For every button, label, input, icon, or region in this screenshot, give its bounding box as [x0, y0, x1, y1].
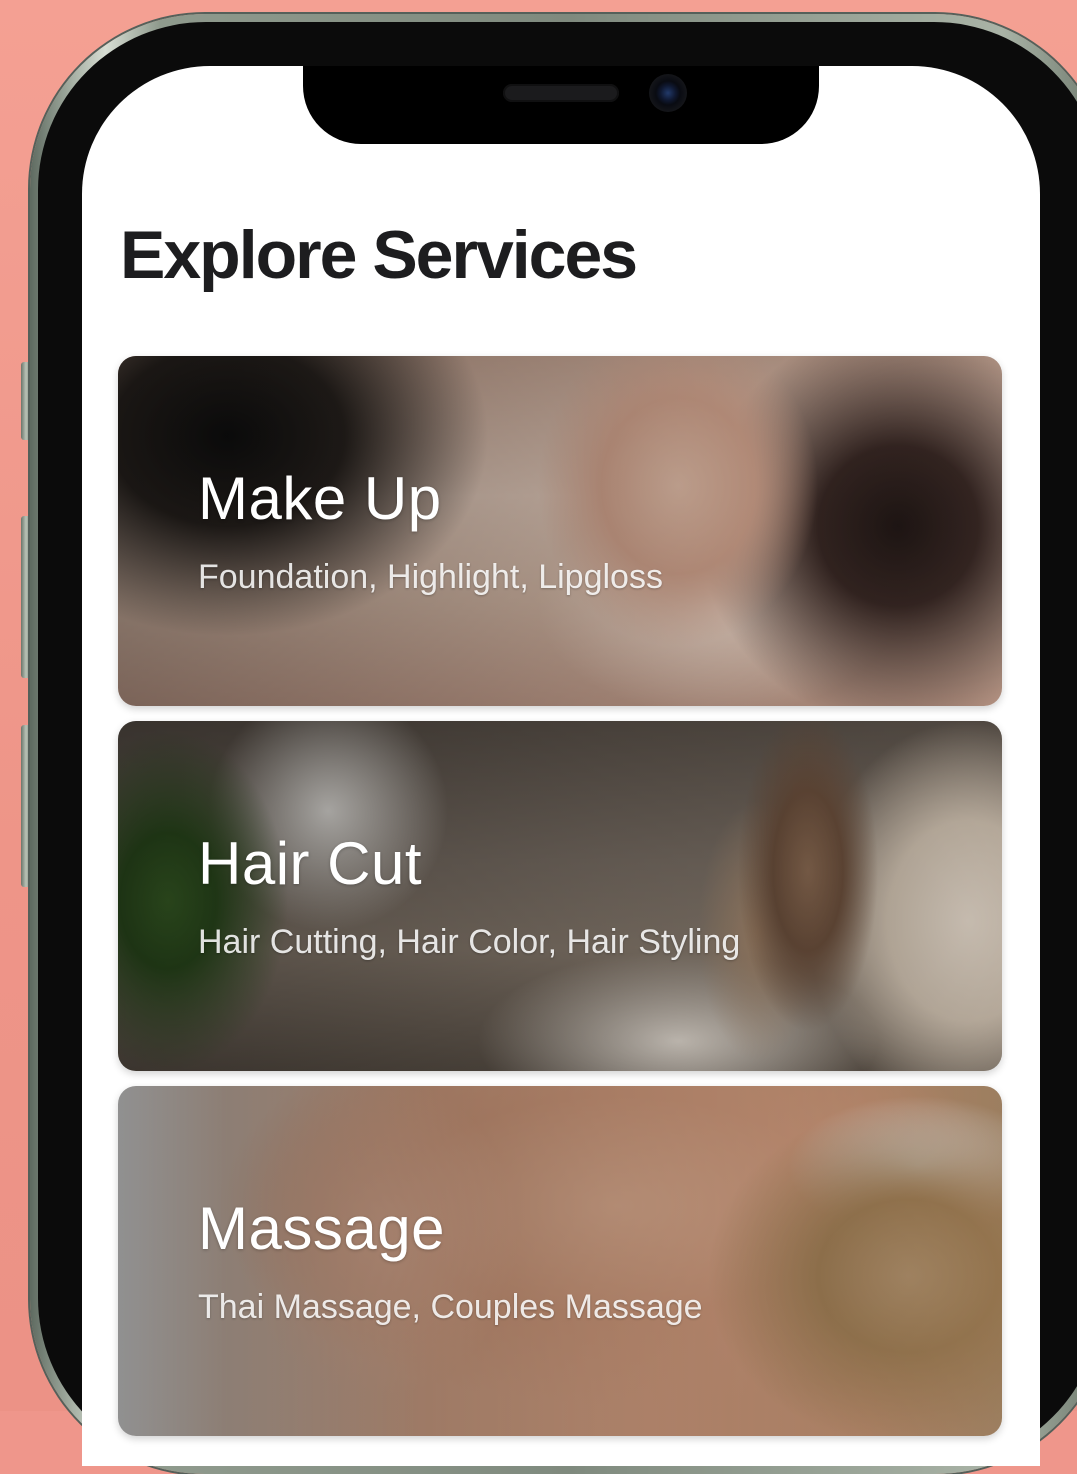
service-card-massage[interactable]: Massage Thai Massage, Couples Massage	[118, 1086, 1002, 1436]
front-camera-icon	[649, 74, 687, 112]
notch	[303, 66, 819, 144]
service-card-title: Make Up	[198, 465, 442, 532]
service-card-hair-cut[interactable]: Hair Cut Hair Cutting, Hair Color, Hair …	[118, 721, 1002, 1071]
service-card-subtitle: Thai Massage, Couples Massage	[198, 1288, 703, 1326]
service-card-title: Hair Cut	[198, 830, 423, 897]
speaker-grille-icon	[503, 84, 619, 102]
phone-screen: Explore Services Make Up Foundation, Hig…	[82, 66, 1040, 1466]
service-card-make-up[interactable]: Make Up Foundation, Highlight, Lipgloss	[118, 356, 1002, 706]
service-card-subtitle: Foundation, Highlight, Lipgloss	[198, 558, 663, 596]
service-card-title: Massage	[198, 1195, 445, 1262]
page-title: Explore Services	[120, 217, 638, 293]
service-card-subtitle: Hair Cutting, Hair Color, Hair Styling	[198, 923, 741, 961]
